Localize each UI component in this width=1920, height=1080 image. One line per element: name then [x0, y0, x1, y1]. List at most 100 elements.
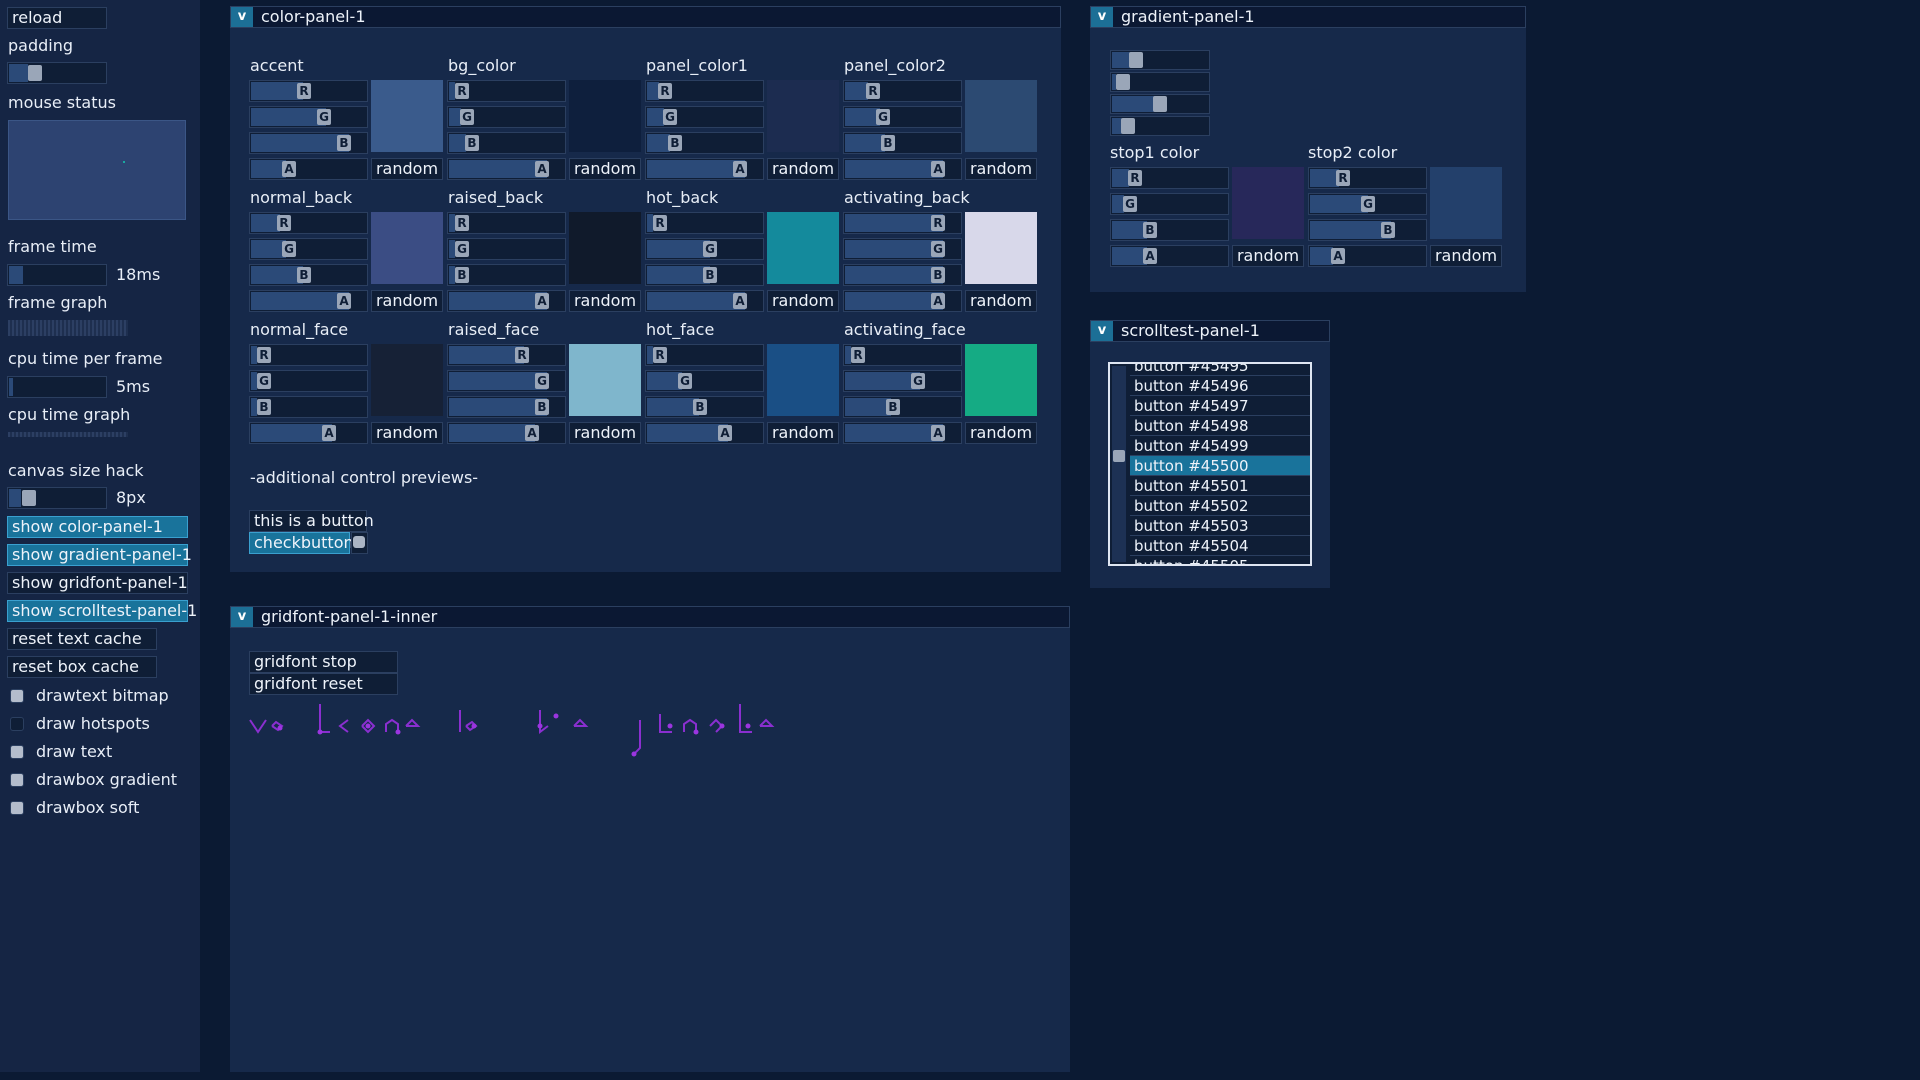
slider-knob[interactable]: [1153, 96, 1167, 112]
slider-accent-a[interactable]: A: [249, 158, 368, 180]
stop2-slider-a[interactable]: A: [1308, 245, 1427, 267]
stop1-random-button[interactable]: random: [1232, 245, 1304, 267]
checkbox-0[interactable]: [10, 689, 24, 703]
slider-activating_face-a[interactable]: A: [843, 422, 962, 444]
slider-hot_face-g[interactable]: G: [645, 370, 764, 392]
stop1-slider-a[interactable]: A: [1110, 245, 1229, 267]
slider-knob-a[interactable]: A: [931, 425, 945, 441]
slider-knob-r[interactable]: R: [1128, 170, 1142, 186]
slider-activating_back-b[interactable]: B: [843, 264, 962, 286]
padding-slider[interactable]: [7, 62, 107, 84]
slider-knob-a[interactable]: A: [535, 293, 549, 309]
scroll-list-item[interactable]: button #45495: [1130, 364, 1310, 376]
slider-knob-b[interactable]: B: [535, 399, 549, 415]
slider-knob-b[interactable]: B: [455, 267, 469, 283]
slider-raised_face-g[interactable]: G: [447, 370, 566, 392]
slider-knob-b[interactable]: B: [1381, 222, 1395, 238]
random-button[interactable]: random: [965, 290, 1037, 312]
random-button[interactable]: random: [371, 422, 443, 444]
slider-raised_back-b[interactable]: B: [447, 264, 566, 286]
scroll-list-item[interactable]: button #45496: [1130, 376, 1310, 396]
gridfont-reset-button[interactable]: gridfont reset: [249, 673, 398, 695]
slider-raised_face-a[interactable]: A: [447, 422, 566, 444]
slider-knob-a[interactable]: A: [1143, 248, 1157, 264]
slider-knob-g[interactable]: G: [911, 373, 925, 389]
slider-knob-r[interactable]: R: [931, 215, 945, 231]
checkbox-1[interactable]: [10, 717, 24, 731]
slider-knob-r[interactable]: R: [277, 215, 291, 231]
color-panel-titlebar[interactable]: v color-panel-1: [230, 6, 1061, 28]
scrolltest-panel-titlebar[interactable]: v scrolltest-panel-1: [1090, 320, 1330, 342]
slider-knob-a[interactable]: A: [733, 293, 747, 309]
slider-knob-a[interactable]: A: [337, 293, 351, 309]
scroll-list-item[interactable]: button #45504: [1130, 536, 1310, 556]
stop2-slider-b[interactable]: B: [1308, 219, 1427, 241]
gradient-slider-2[interactable]: [1110, 94, 1210, 114]
scroll-list-item[interactable]: button #45498: [1130, 416, 1310, 436]
random-button[interactable]: random: [371, 290, 443, 312]
slider-panel_color2-r[interactable]: R: [843, 80, 962, 102]
scroll-list-item[interactable]: button #45501: [1130, 476, 1310, 496]
slider-activating_face-r[interactable]: R: [843, 344, 962, 366]
toggle-gradient-panel[interactable]: show gradient-panel-1: [7, 544, 192, 566]
slider-knob-g[interactable]: G: [282, 241, 296, 257]
stop1-slider-r[interactable]: R: [1110, 167, 1229, 189]
slider-knob-b[interactable]: B: [337, 135, 351, 151]
slider-knob-a[interactable]: A: [322, 425, 336, 441]
random-button[interactable]: random: [767, 158, 839, 180]
reset-box-cache-button[interactable]: reset box cache: [7, 656, 157, 678]
collapse-toggle[interactable]: v: [231, 7, 253, 27]
scroll-list-item[interactable]: button #45500: [1130, 456, 1310, 476]
toggle-color-panel[interactable]: show color-panel-1: [7, 516, 188, 538]
slider-knob[interactable]: [1121, 118, 1135, 134]
slider-panel_color2-b[interactable]: B: [843, 132, 962, 154]
slider-knob-g[interactable]: G: [535, 373, 549, 389]
slider-hot_face-a[interactable]: A: [645, 422, 764, 444]
random-button[interactable]: random: [569, 290, 641, 312]
slider-knob-r[interactable]: R: [455, 83, 469, 99]
slider-knob-a[interactable]: A: [718, 425, 732, 441]
collapse-toggle[interactable]: v: [1091, 321, 1113, 341]
random-button[interactable]: random: [569, 422, 641, 444]
slider-panel_color2-a[interactable]: A: [843, 158, 962, 180]
random-button[interactable]: random: [965, 158, 1037, 180]
slider-hot_back-a[interactable]: A: [645, 290, 764, 312]
mouse-status-area[interactable]: [8, 120, 186, 220]
random-button[interactable]: random: [569, 158, 641, 180]
slider-activating_back-g[interactable]: G: [843, 238, 962, 260]
slider-bg_color-a[interactable]: A: [447, 158, 566, 180]
slider-knob-r[interactable]: R: [653, 215, 667, 231]
checkbutton-box[interactable]: [351, 532, 368, 554]
slider-activating_back-r[interactable]: R: [843, 212, 962, 234]
slider-knob-a[interactable]: A: [733, 161, 747, 177]
slider-accent-g[interactable]: G: [249, 106, 368, 128]
slider-raised_face-b[interactable]: B: [447, 396, 566, 418]
slider-activating_back-a[interactable]: A: [843, 290, 962, 312]
slider-raised_back-g[interactable]: G: [447, 238, 566, 260]
reload-button[interactable]: reload: [7, 7, 107, 29]
gradient-slider-3[interactable]: [1110, 116, 1210, 136]
slider-knob-r[interactable]: R: [297, 83, 311, 99]
slider-knob-r[interactable]: R: [658, 83, 672, 99]
stop1-slider-g[interactable]: G: [1110, 193, 1229, 215]
slider-knob-g[interactable]: G: [257, 373, 271, 389]
slider-normal_back-r[interactable]: R: [249, 212, 368, 234]
gridfont-stop-button[interactable]: gridfont stop: [249, 651, 398, 673]
slider-knob-b[interactable]: B: [257, 399, 271, 415]
slider-knob-r[interactable]: R: [851, 347, 865, 363]
slider-activating_face-g[interactable]: G: [843, 370, 962, 392]
collapse-toggle[interactable]: v: [1091, 7, 1113, 27]
padding-slider-knob[interactable]: [28, 65, 42, 81]
random-button[interactable]: random: [965, 422, 1037, 444]
slider-knob-g[interactable]: G: [1361, 196, 1375, 212]
stop2-slider-g[interactable]: G: [1308, 193, 1427, 215]
slider-knob[interactable]: [1129, 52, 1143, 68]
slider-knob-b[interactable]: B: [1143, 222, 1157, 238]
slider-knob-b[interactable]: B: [881, 135, 895, 151]
slider-hot_face-b[interactable]: B: [645, 396, 764, 418]
slider-panel_color2-g[interactable]: G: [843, 106, 962, 128]
slider-normal_face-a[interactable]: A: [249, 422, 368, 444]
gridfont-panel-titlebar[interactable]: v gridfont-panel-1-inner: [230, 606, 1070, 628]
scrollbar-track[interactable]: [1112, 366, 1126, 562]
slider-knob-g[interactable]: G: [455, 241, 469, 257]
